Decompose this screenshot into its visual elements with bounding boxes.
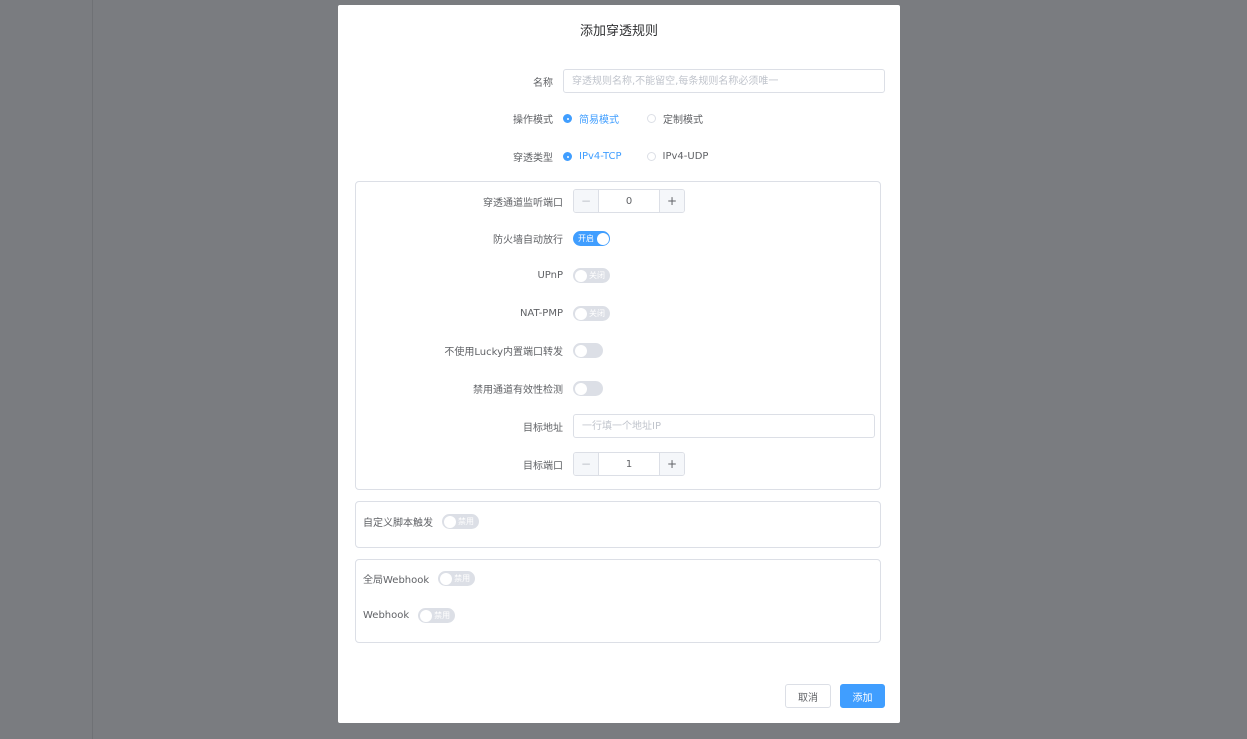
global-webhook-label: 全局Webhook <box>363 575 430 586</box>
mode-radio-simple[interactable]: 简易模式 <box>563 111 619 126</box>
webhook-row: Webhook 禁用 <box>363 608 456 623</box>
add-rule-dialog: 添加穿透规则 名称 操作模式 简易模式 定制模式 穿透类型 IPv4-TCP <box>338 5 900 723</box>
mode-label: 操作模式 <box>513 115 553 126</box>
natpmp-switch[interactable]: 关闭 <box>573 306 610 321</box>
listen-port-value[interactable]: 0 <box>599 190 659 212</box>
add-button[interactable]: 添加 <box>840 684 885 708</box>
target-addr-label: 目标地址 <box>523 422 563 434</box>
main-config-panel: 穿透通道监听端口 − 0 + 防火墙自动放行 开启 UPnP 关闭 NAT-PM… <box>355 181 881 490</box>
target-port-label: 目标端口 <box>523 460 563 472</box>
no-builtin-forward-row: 不使用Lucky内置端口转发 <box>356 343 603 358</box>
target-port-row: 目标端口 − 1 + <box>356 452 685 476</box>
radio-unchecked-icon <box>647 114 656 123</box>
plus-icon[interactable]: + <box>659 453 684 475</box>
upnp-switch[interactable]: 关闭 <box>573 268 610 283</box>
disable-check-row: 禁用通道有效性检测 <box>356 381 603 396</box>
global-webhook-switch[interactable]: 禁用 <box>438 571 476 586</box>
switch-off-text: 关闭 <box>589 271 605 280</box>
script-row: 自定义脚本触发 禁用 <box>363 514 479 529</box>
switch-off-text: 禁用 <box>454 574 471 583</box>
webhook-panel: 全局Webhook 禁用 Webhook 禁用 <box>355 559 881 643</box>
type-radio-tcp[interactable]: IPv4-TCP <box>563 151 622 162</box>
cancel-button[interactable]: 取消 <box>785 684 831 708</box>
switch-knob <box>574 344 587 357</box>
target-port-value[interactable]: 1 <box>599 453 659 475</box>
minus-icon[interactable]: − <box>574 190 599 212</box>
firewall-row: 防火墙自动放行 开启 <box>356 231 610 246</box>
firewall-label: 防火墙自动放行 <box>493 235 563 246</box>
firewall-switch[interactable]: 开启 <box>573 231 610 246</box>
listen-port-stepper[interactable]: − 0 + <box>573 189 685 213</box>
global-webhook-row: 全局Webhook 禁用 <box>363 571 476 586</box>
target-port-stepper[interactable]: − 1 + <box>573 452 685 476</box>
listen-port-label: 穿透通道监听端口 <box>483 197 563 209</box>
switch-knob <box>419 609 432 622</box>
script-switch[interactable]: 禁用 <box>442 514 479 529</box>
switch-on-text: 开启 <box>578 234 594 243</box>
switch-off-text: 禁用 <box>434 611 451 620</box>
name-row: 名称 <box>338 69 885 93</box>
switch-knob <box>596 232 609 245</box>
script-panel: 自定义脚本触发 禁用 <box>355 501 881 548</box>
natpmp-row: NAT-PMP 关闭 <box>356 306 610 321</box>
target-addr-input[interactable] <box>573 414 875 438</box>
mode-row: 操作模式 简易模式 定制模式 <box>338 111 731 126</box>
switch-off-text: 关闭 <box>589 309 605 318</box>
radio-checked-icon <box>563 152 572 161</box>
no-builtin-forward-label: 不使用Lucky内置端口转发 <box>444 347 563 358</box>
dialog-title: 添加穿透规则 <box>579 24 658 39</box>
no-builtin-forward-switch[interactable] <box>573 343 603 358</box>
radio-checked-icon <box>563 114 572 123</box>
switch-knob <box>574 307 587 320</box>
minus-icon[interactable]: − <box>574 453 599 475</box>
disable-check-switch[interactable] <box>573 381 603 396</box>
disable-check-label: 禁用通道有效性检测 <box>473 385 563 396</box>
natpmp-label: NAT-PMP <box>519 308 563 319</box>
switch-knob <box>439 572 452 585</box>
webhook-label: Webhook <box>363 610 410 621</box>
upnp-label: UPnP <box>537 270 563 281</box>
type-radio-udp[interactable]: IPv4-UDP <box>646 151 708 162</box>
webhook-switch[interactable]: 禁用 <box>418 608 456 623</box>
upnp-row: UPnP 关闭 <box>356 268 610 283</box>
switch-knob <box>443 515 456 528</box>
script-label: 自定义脚本触发 <box>363 518 433 529</box>
switch-knob <box>574 269 587 282</box>
background-divider <box>92 0 93 739</box>
plus-icon[interactable]: + <box>659 190 684 212</box>
name-label: 名称 <box>533 77 553 89</box>
radio-unchecked-icon <box>646 152 656 161</box>
name-input[interactable] <box>563 69 885 93</box>
switch-knob <box>574 382 587 395</box>
type-label: 穿透类型 <box>513 153 553 164</box>
type-row: 穿透类型 IPv4-TCP IPv4-UDP <box>338 149 736 164</box>
switch-off-text: 禁用 <box>458 517 474 526</box>
mode-radio-custom[interactable]: 定制模式 <box>647 111 703 126</box>
listen-port-row: 穿透通道监听端口 − 0 + <box>356 189 685 213</box>
target-addr-row: 目标地址 <box>356 414 875 438</box>
